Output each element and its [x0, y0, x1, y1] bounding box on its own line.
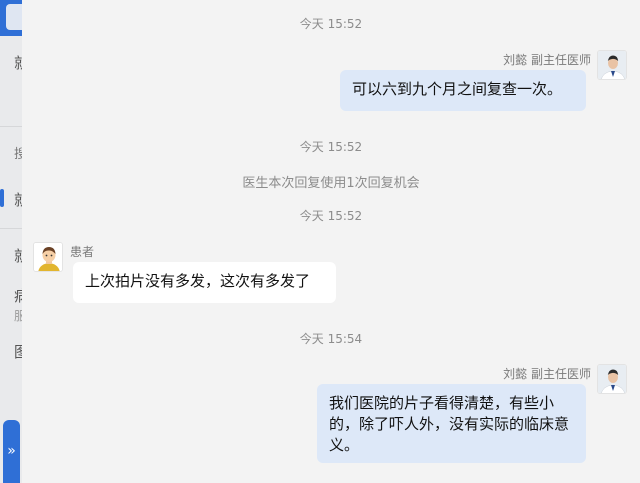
patient-avatar-icon: [34, 243, 62, 271]
message-bubble[interactable]: 上次拍片没有多发，这次有多发了: [73, 262, 336, 303]
doctor-avatar-icon: [598, 51, 626, 79]
background-text: 就: [14, 54, 22, 72]
timestamp: 今天 15:52: [299, 17, 363, 31]
doctor-avatar-icon: [598, 365, 626, 393]
background-search-box: [6, 4, 22, 30]
sender-name: 刘懿 副主任医师: [503, 53, 591, 67]
double-chevron-right-icon: »: [7, 443, 16, 459]
divider: [0, 126, 22, 127]
expand-panel-button[interactable]: »: [3, 420, 20, 483]
chat-panel[interactable]: 今天 15:52 刘懿 副主任医师 可以六到九个月之间复查一次。 今天 15:5…: [22, 0, 640, 483]
sender-name: 刘懿 副主任医师: [503, 367, 591, 381]
patient-avatar[interactable]: [33, 242, 63, 272]
timestamp: 今天 15:54: [299, 332, 363, 346]
background-page: 就 搜 就 就 病 服 图: [0, 0, 22, 483]
system-notice: 医生本次回复使用1次回复机会: [242, 176, 420, 191]
background-text: 图: [14, 343, 22, 361]
background-text: 就: [14, 191, 22, 209]
message-bubble[interactable]: 可以六到九个月之间复查一次。: [340, 70, 586, 111]
sender-name: 患者: [70, 245, 95, 259]
timestamp: 今天 15:52: [299, 209, 363, 223]
background-text: 就: [14, 247, 22, 265]
message-bubble[interactable]: 我们医院的片子看得清楚，有些小的，除了吓人外，没有实际的临床意义。: [317, 384, 586, 463]
background-text: 病: [14, 287, 22, 305]
doctor-avatar[interactable]: [597, 364, 627, 394]
background-text: 搜: [14, 147, 22, 162]
divider: [0, 228, 22, 229]
background-section-marker: [0, 189, 4, 207]
timestamp: 今天 15:52: [299, 140, 363, 154]
background-header: [0, 0, 22, 36]
background-text: 服: [14, 309, 22, 323]
doctor-avatar[interactable]: [597, 50, 627, 80]
